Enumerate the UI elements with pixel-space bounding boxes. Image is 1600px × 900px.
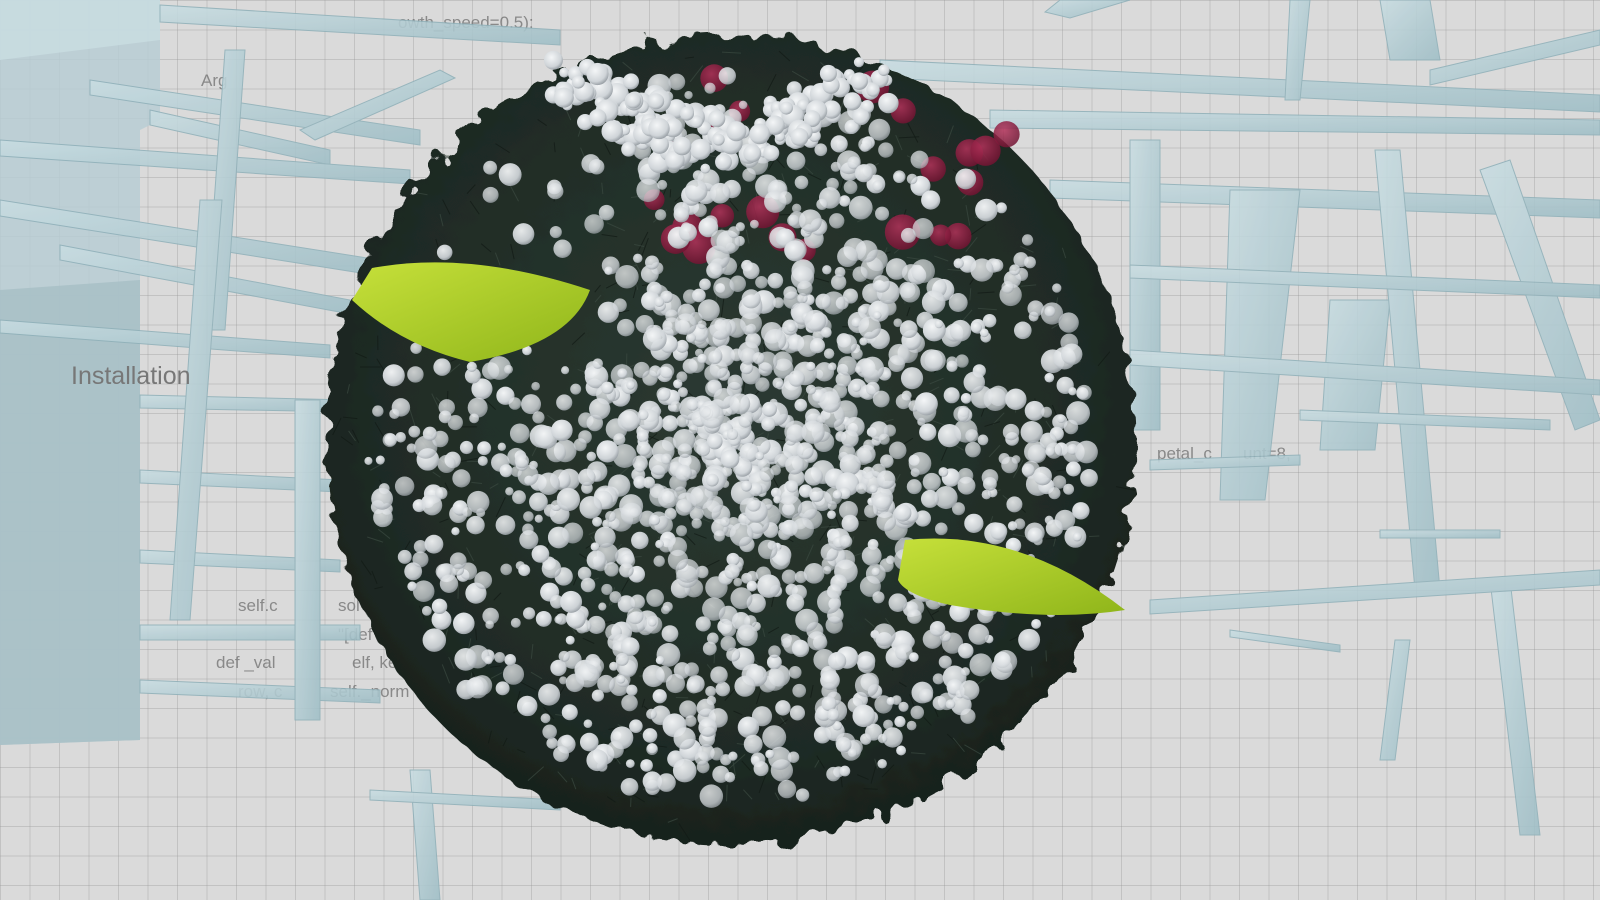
- floral-sphere: [325, 35, 1136, 845]
- render-viewport: owth_speed=0.5): Arg self.c sol "[def de…: [0, 0, 1600, 900]
